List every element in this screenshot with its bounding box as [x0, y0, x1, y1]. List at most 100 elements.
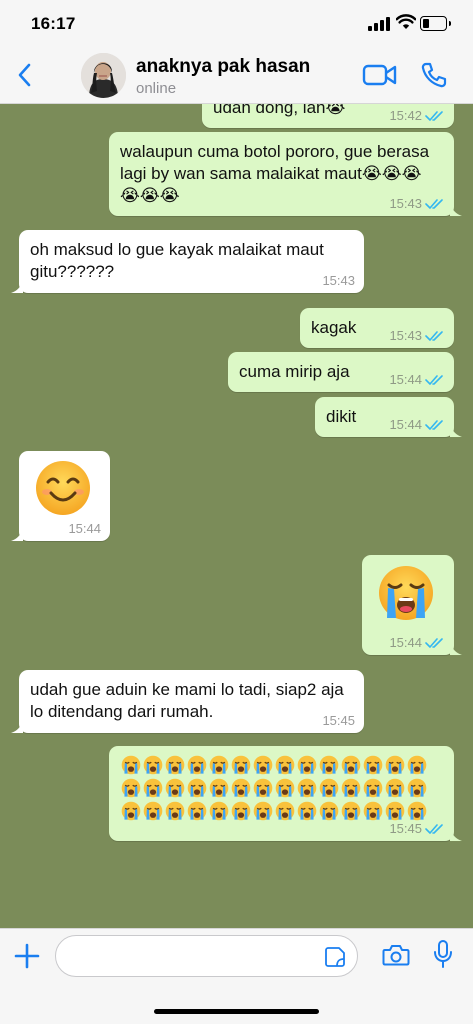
loudly-crying-face-icon — [165, 755, 185, 775]
message-time: 15:43 — [322, 273, 355, 288]
double-check-icon — [425, 824, 443, 834]
message-time: 15:43 — [389, 328, 422, 343]
chevron-left-icon[interactable] — [14, 60, 36, 90]
bubble-tail — [450, 203, 462, 216]
loudly-crying-face-icon — [231, 801, 251, 821]
loudly-crying-face-icon — [385, 778, 405, 798]
loudly-crying-face-icon — [165, 801, 185, 821]
message-time: 15:44 — [68, 521, 101, 536]
loudly-crying-face-icon — [165, 778, 185, 798]
message-bubble-outgoing[interactable]: dikit 15:44 — [315, 397, 462, 437]
message-text: kagak — [311, 318, 357, 337]
loudly-crying-face-icon — [253, 778, 273, 798]
loudly-crying-face-icon — [253, 755, 273, 775]
crying-emoji-row — [121, 754, 441, 823]
double-check-icon — [425, 331, 443, 341]
message-bubble-outgoing[interactable]: udah dong, lan😭 15:42 — [202, 104, 454, 128]
message-time: 15:44 — [389, 635, 422, 650]
loudly-crying-face-icon — [275, 778, 295, 798]
loudly-crying-face-icon — [121, 755, 141, 775]
message-bubble-incoming[interactable]: udah gue aduin ke mami lo tadi, siap2 aj… — [11, 670, 364, 733]
message-time: 15:45 — [389, 821, 422, 836]
loudly-crying-face-icon — [187, 755, 207, 775]
loudly-crying-face-icon — [275, 755, 295, 775]
message-time: 15:45 — [322, 713, 355, 728]
bubble-tail — [450, 424, 462, 437]
loudly-crying-face-icon — [297, 801, 317, 821]
message-text: cuma mirip aja — [239, 362, 350, 381]
loudly-crying-face-icon — [143, 801, 163, 821]
double-check-icon — [425, 199, 443, 209]
chat-area[interactable]: udah dong, lan😭 15:42 walaupun cuma boto… — [0, 104, 473, 928]
message-text: udah dong, lan😭 — [213, 104, 346, 117]
double-check-icon — [425, 111, 443, 121]
message-bubble-outgoing[interactable]: walaupun cuma botol pororo, gue berasa l… — [109, 132, 462, 216]
cellular-signal-icon — [368, 17, 390, 31]
loudly-crying-face-icon — [121, 801, 141, 821]
message-time: 15:44 — [389, 417, 422, 432]
bubble-tail — [11, 720, 23, 733]
loudly-crying-face-icon — [209, 778, 229, 798]
camera-icon[interactable] — [382, 943, 410, 967]
avatar[interactable] — [81, 53, 126, 98]
bubble-tail — [450, 828, 462, 841]
smiling-face-icon — [36, 461, 90, 515]
loudly-crying-face-icon — [385, 755, 405, 775]
double-check-icon — [425, 638, 443, 648]
double-check-icon — [425, 375, 443, 385]
message-text: udah gue aduin ke mami lo tadi, siap2 aj… — [30, 680, 349, 721]
bubble-tail — [11, 528, 23, 541]
status-time: 16:17 — [31, 14, 76, 33]
microphone-icon[interactable] — [433, 939, 453, 969]
bubble-tail — [11, 280, 23, 293]
message-time: 15:44 — [389, 372, 422, 387]
message-bubble-incoming[interactable]: 15:44 — [11, 451, 110, 541]
message-text: dikit — [326, 407, 357, 426]
chat-header: anaknya pak hasan online — [0, 46, 473, 104]
status-bar: 16:17 — [0, 0, 473, 46]
loudly-crying-face-icon — [319, 778, 339, 798]
video-camera-icon[interactable] — [362, 63, 398, 87]
plus-icon[interactable] — [12, 941, 42, 971]
loudly-crying-face-icon — [121, 778, 141, 798]
wifi-icon — [396, 14, 416, 29]
phone-icon[interactable] — [420, 61, 448, 89]
loudly-crying-face-icon — [231, 755, 251, 775]
loudly-crying-face-icon — [297, 778, 317, 798]
loudly-crying-face-icon — [231, 778, 251, 798]
loudly-crying-face-icon — [407, 755, 427, 775]
loudly-crying-face-icon — [363, 755, 383, 775]
loudly-crying-face-icon — [319, 801, 339, 821]
message-bubble-outgoing[interactable]: 15:45 — [109, 746, 462, 841]
loudly-crying-face-icon — [363, 778, 383, 798]
loudly-crying-face-icon — [253, 801, 273, 821]
message-text: oh maksud lo gue kayak malaikat maut git… — [30, 240, 329, 281]
loudly-crying-face-icon — [341, 755, 361, 775]
loudly-crying-face-icon — [407, 801, 427, 821]
message-bubble-outgoing[interactable]: kagak 15:43 — [300, 308, 454, 348]
loudly-crying-face-icon — [187, 778, 207, 798]
message-time: 15:43 — [389, 196, 422, 211]
message-input-container[interactable] — [55, 935, 358, 977]
double-check-icon — [425, 420, 443, 430]
composer-bar — [0, 928, 473, 1024]
loudly-crying-face-icon — [341, 801, 361, 821]
loudly-crying-face-icon — [341, 778, 361, 798]
loudly-crying-face-icon — [297, 755, 317, 775]
loudly-crying-face-icon — [187, 801, 207, 821]
loudly-crying-face-icon — [275, 801, 295, 821]
sticker-icon[interactable] — [324, 946, 346, 968]
message-input[interactable] — [70, 944, 310, 968]
loudly-crying-face-icon — [143, 778, 163, 798]
loudly-crying-face-icon — [319, 755, 339, 775]
message-bubble-outgoing[interactable]: 15:44 — [362, 555, 462, 655]
loudly-crying-face-icon — [209, 755, 229, 775]
message-bubble-outgoing[interactable]: cuma mirip aja 15:44 — [228, 352, 454, 392]
message-bubble-incoming[interactable]: oh maksud lo gue kayak malaikat maut git… — [11, 230, 364, 293]
loudly-crying-face-icon — [209, 801, 229, 821]
contact-name[interactable]: anaknya pak hasan — [136, 56, 310, 78]
loudly-crying-face-icon — [407, 778, 427, 798]
loudly-crying-face-icon — [363, 801, 383, 821]
home-indicator — [154, 1009, 319, 1014]
loudly-crying-face-icon — [379, 566, 433, 620]
